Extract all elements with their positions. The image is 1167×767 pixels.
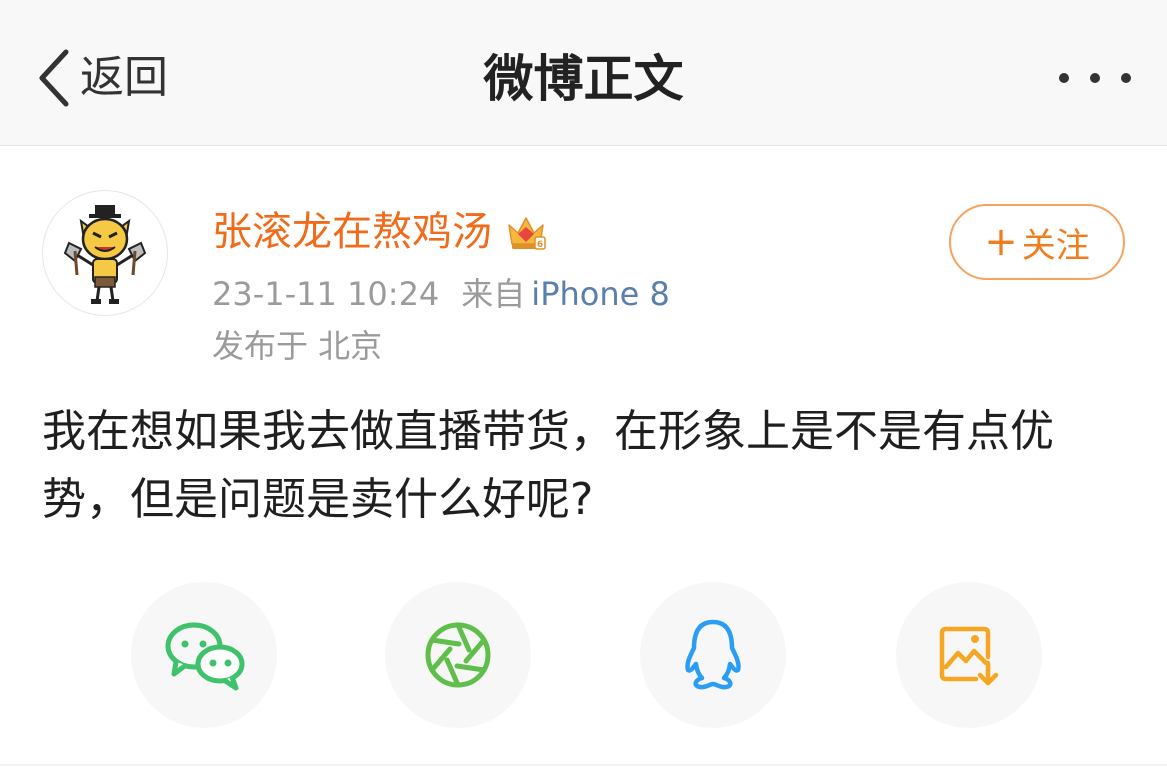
cartoon-avatar-icon	[63, 205, 147, 304]
save-image-button[interactable]	[896, 582, 1042, 728]
top-navigation-bar: 返回 微博正文	[0, 0, 1167, 146]
wechat-icon	[165, 622, 245, 691]
follow-label: 关注	[1021, 225, 1090, 266]
follow-button[interactable]: + 关注	[949, 204, 1125, 280]
save-image-icon	[939, 626, 999, 686]
svg-text:6: 6	[537, 240, 543, 250]
share-moments-button[interactable]	[385, 582, 531, 728]
more-dot-icon	[1090, 73, 1100, 83]
more-options-button[interactable]	[1059, 64, 1131, 92]
moments-icon	[425, 622, 491, 688]
plus-icon: +	[984, 219, 1018, 265]
source-device-link[interactable]: iPhone 8	[531, 272, 670, 316]
post-timestamp: 23-1-11 10:24	[212, 275, 440, 313]
post-content: 我在想如果我去做直播带货，在形象上是不是有点优势，但是问题是卖什么好呢?	[42, 406, 1054, 525]
post-meta: 23-1-11 10:24 来自 iPhone 8	[212, 272, 670, 316]
username-link[interactable]: 张滚龙在熬鸡汤	[212, 202, 492, 262]
vip-crown-icon: 6	[508, 217, 546, 250]
more-dot-icon	[1059, 73, 1069, 83]
page-title: 微博正文	[483, 50, 684, 108]
source-label: 来自	[461, 275, 526, 313]
user-avatar[interactable]	[42, 190, 168, 316]
divider	[0, 764, 1167, 766]
post-location: 发布于 北京	[212, 327, 383, 365]
share-wechat-button[interactable]	[131, 582, 277, 728]
share-bar	[0, 582, 1167, 732]
share-qq-button[interactable]	[640, 582, 786, 728]
username-row: 张滚龙在熬鸡汤 6	[212, 202, 548, 262]
qq-icon	[685, 619, 741, 690]
more-dot-icon	[1121, 73, 1131, 83]
